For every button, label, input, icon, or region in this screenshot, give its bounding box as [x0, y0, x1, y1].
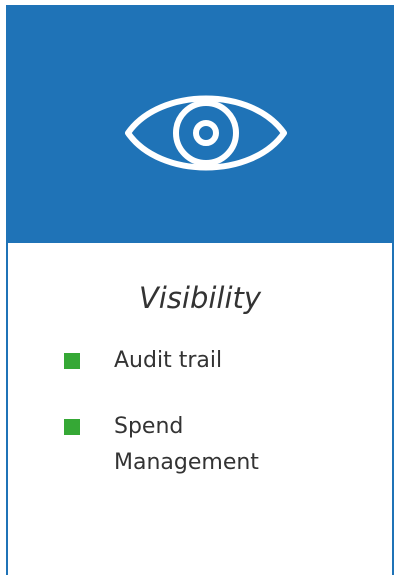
bullet-square-icon [64, 419, 80, 435]
list-item: Audit trail [8, 341, 392, 407]
feature-label: Audit trail [114, 348, 223, 373]
feature-label: Spend Management [114, 414, 259, 475]
visibility-card: Visibility Audit trail Spend Management [6, 5, 394, 575]
bullet-square-icon [64, 353, 80, 369]
feature-list: Audit trail Spend Management [8, 341, 392, 497]
list-item: Spend Management [8, 407, 392, 497]
card-title: Visibility [138, 281, 262, 315]
eye-icon [125, 95, 287, 171]
card-header [8, 5, 392, 243]
